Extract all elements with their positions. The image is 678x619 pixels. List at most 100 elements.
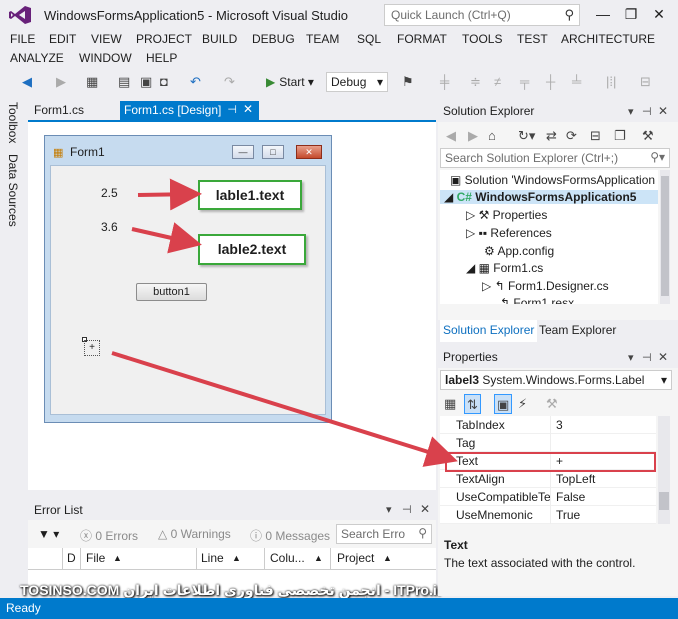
undo-icon[interactable]: ↶ [190,72,201,92]
menu-edit[interactable]: EDIT [49,32,76,46]
label2[interactable]: 3.6 [101,220,118,234]
categorized-icon[interactable]: ▦ [444,394,456,414]
col-line[interactable]: Line [201,551,224,565]
close-icon[interactable]: ✕ [658,350,668,364]
tab-team-explorer[interactable]: Team Explorer [536,320,619,342]
collapse-all-icon[interactable]: ⊟ [590,126,601,146]
properties-icon[interactable]: ▣ [494,394,513,414]
make-same-height-icon[interactable]: ⊟ [640,72,651,92]
quick-launch-input[interactable]: Quick Launch (Ctrl+Q) ⚲ [384,4,580,26]
tab-form1-design[interactable]: Form1.cs [Design] ⊣ ✕ [120,101,259,120]
refresh-icon[interactable]: ⟳ [566,126,577,146]
close-tab-icon[interactable]: ✕ [243,102,253,116]
menu-help[interactable]: HELP [146,51,177,65]
save-icon[interactable]: ▣ [140,72,152,92]
menu-file[interactable]: FILE [10,32,35,46]
tree-item-solution[interactable]: ▣ Solution 'WindowsFormsApplication [450,173,655,187]
col-description[interactable]: D [67,551,76,565]
error-search-input[interactable]: Search Erro ⚲ [336,524,432,544]
menu-view[interactable]: VIEW [91,32,122,46]
close-button[interactable]: ✕ [646,4,672,26]
label1[interactable]: 2.5 [101,186,118,200]
property-row-tabindex[interactable]: TabIndex 3 [440,416,656,434]
tree-item-properties[interactable]: ▷ ⚒ Properties [466,208,547,222]
button1[interactable]: button1 [136,283,207,301]
tab-solution-explorer[interactable]: Solution Explorer [440,320,538,342]
col-column[interactable]: Colu... [270,551,305,565]
col-project[interactable]: Project [337,551,374,565]
menu-format[interactable]: FORMAT [397,32,447,46]
dropdown-icon[interactable]: ▾ [628,105,634,118]
warnings-filter-button[interactable]: △ 0 Warnings [158,527,231,541]
errors-filter-button[interactable]: ⓧ 0 Errors [80,527,138,544]
save-all-icon[interactable]: ◘ [160,72,168,92]
dropdown-icon[interactable]: ▾ [628,351,634,364]
property-row-usemnemonic[interactable]: UseMnemonic True [440,506,656,524]
menu-debug[interactable]: DEBUG [252,32,295,46]
align-lefts-icon[interactable]: ╪ [440,72,449,92]
close-icon[interactable]: ✕ [420,502,430,516]
tree-item-project[interactable]: ◢ C# WindowsFormsApplication5 [440,190,658,204]
scrollbar-thumb[interactable] [661,176,669,296]
attach-icon[interactable]: ⚑ [402,72,414,92]
property-value[interactable]: True [556,508,580,522]
label3[interactable]: + [84,340,100,356]
redo-icon[interactable]: ↷ [224,72,235,92]
messages-filter-button[interactable]: ⓘ 0 Messages [250,527,330,544]
events-icon[interactable]: ⚡ [518,394,527,414]
home-icon[interactable]: ⌂ [488,126,496,146]
solution-configuration-dropdown[interactable]: Debug ▾ [326,72,388,92]
col-file[interactable]: File [86,551,105,565]
new-project-icon[interactable]: ▦ [86,72,98,92]
pending-changes-icon[interactable]: ⇄ [546,126,557,146]
tree-item-app-config[interactable]: ⚙ App.config [484,244,554,258]
pin-icon[interactable]: ⊣ [642,351,652,364]
toolbox-tab[interactable]: Toolbox [6,102,20,143]
property-row-textalign[interactable]: TextAlign TopLeft [440,470,656,488]
menu-architecture[interactable]: ARCHITECTURE [561,32,655,46]
forward-icon[interactable]: ▶ [468,126,478,146]
align-tops-icon[interactable]: ╤ [520,72,529,92]
menu-window[interactable]: WINDOW [79,51,132,65]
back-icon[interactable]: ◀ [446,126,456,146]
close-icon[interactable]: ✕ [658,104,668,118]
back-icon[interactable]: ◀ [22,72,32,92]
copy-icon[interactable]: ❐ [614,126,626,146]
property-row-tag[interactable]: Tag [440,434,656,452]
tree-item-references[interactable]: ▷ ▪▪ References [466,226,552,240]
property-value[interactable]: 3 [556,418,563,432]
property-value[interactable]: False [556,490,585,504]
open-file-icon[interactable]: ▤ [118,72,130,92]
tree-item-form1[interactable]: ◢ ▦ Form1.cs [466,261,543,275]
menu-build[interactable]: BUILD [202,32,237,46]
menu-team[interactable]: TEAM [306,32,339,46]
tree-item-form1-resx[interactable]: ↰ Form1.resx [500,296,574,304]
pin-icon[interactable]: ⊣ [227,103,237,116]
menu-tools[interactable]: TOOLS [462,32,502,46]
align-middles-icon[interactable]: ┼ [546,72,555,92]
object-selector[interactable]: label3 System.Windows.Forms.Label ▾ [440,370,672,390]
pin-icon[interactable]: ⊣ [402,503,412,516]
align-rights-icon[interactable]: ≠ [494,72,501,92]
dropdown-icon[interactable]: ▾ [386,503,392,516]
tree-item-form1-designer[interactable]: ▷ ↰ Form1.Designer.cs [482,279,609,293]
scrollbar-thumb[interactable] [659,492,669,510]
filter-icon[interactable]: ▼ ▾ [38,527,59,541]
sync-icon[interactable]: ↻▾ [518,126,535,146]
restore-button[interactable]: ❐ [618,4,644,26]
start-debugging-button[interactable]: ▶ Start ▾ [266,72,314,92]
property-pages-icon[interactable]: ⚒ [546,394,558,414]
align-centers-icon[interactable]: ≑ [470,72,481,92]
menu-sql[interactable]: SQL [357,32,381,46]
pin-icon[interactable]: ⊣ [642,105,652,118]
make-same-width-icon[interactable]: |⁞| [606,72,616,92]
tab-form1-code[interactable]: Form1.cs [30,101,88,120]
align-bottoms-icon[interactable]: ╧ [572,72,581,92]
forward-icon[interactable]: ▶ [56,72,66,92]
solution-search-input[interactable]: Search Solution Explorer (Ctrl+;) ⚲▾ [440,148,670,168]
alphabetical-icon[interactable]: ⇅ [464,394,481,414]
menu-project[interactable]: PROJECT [136,32,192,46]
property-value[interactable]: TopLeft [556,472,595,486]
menu-test[interactable]: TEST [517,32,548,46]
menu-analyze[interactable]: ANALYZE [10,51,64,65]
